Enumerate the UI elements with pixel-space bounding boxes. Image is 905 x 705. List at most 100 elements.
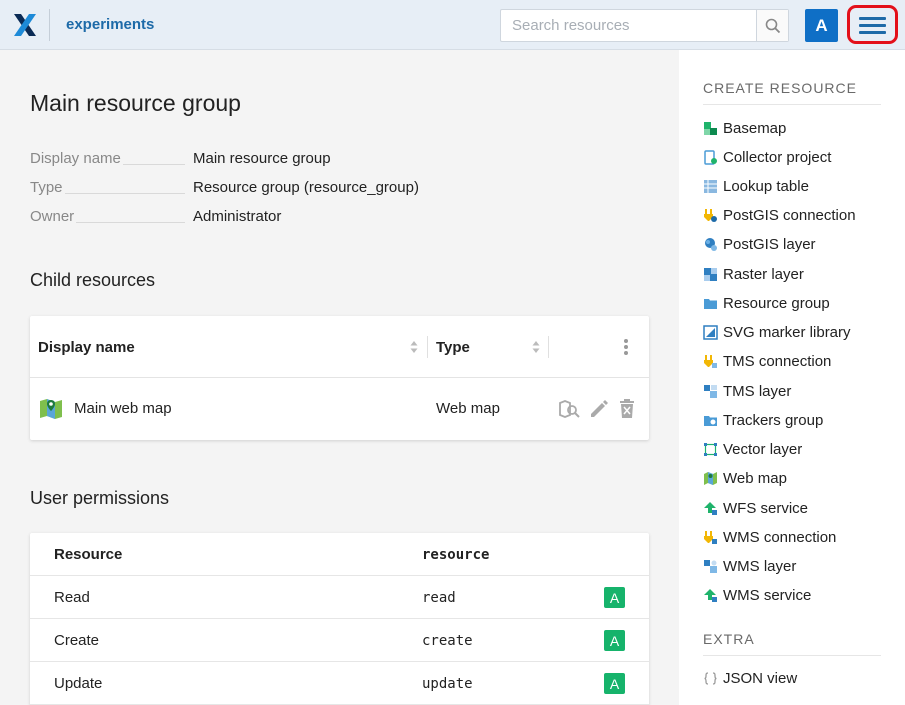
create-vector-layer[interactable]: Vector layer: [703, 438, 802, 460]
child-resource-name[interactable]: Main web map: [74, 400, 172, 417]
sort-icon[interactable]: [410, 340, 418, 354]
create-tms-connection[interactable]: TMS connection: [703, 350, 831, 372]
permission-badge: A: [604, 673, 625, 694]
wms-connection-icon: [704, 530, 717, 544]
table-header: Display name Type: [30, 316, 649, 378]
wms-service-icon: [704, 588, 717, 602]
create-wms-service[interactable]: WMS service: [703, 584, 811, 606]
search-input[interactable]: [501, 10, 757, 41]
delete-icon[interactable]: [616, 398, 638, 420]
svg-marker-library-icon: [703, 324, 718, 340]
vector-layer-icon: [704, 442, 717, 456]
prop-key: Type: [30, 179, 65, 196]
create-wfs-service[interactable]: WFS service: [703, 497, 808, 519]
app-name-link[interactable]: experiments: [66, 16, 154, 33]
main-menu-button[interactable]: [847, 5, 898, 44]
create-web-map[interactable]: Web map: [703, 467, 787, 489]
create-wms-connection[interactable]: WMS connection: [703, 526, 836, 548]
postgis-connection-icon: [704, 208, 717, 222]
create-postgis-connection[interactable]: PostGIS connection: [703, 204, 856, 226]
wfs-service-icon: [704, 501, 717, 515]
extra-heading: EXTRA: [703, 631, 881, 656]
web-map-icon: [40, 399, 62, 419]
child-resources-title: Child resources: [30, 270, 156, 290]
permission-code: create: [422, 633, 473, 649]
create-item-label: TMS connection: [723, 352, 832, 370]
create-item-label: Basemap: [723, 119, 787, 137]
create-item-label: PostGIS connection: [723, 206, 856, 224]
create-item-label: Resource group: [723, 294, 830, 312]
create-tms-layer[interactable]: TMS layer: [703, 380, 791, 402]
table-row: Update update A: [30, 662, 649, 705]
child-resources-table: Display name Type Main web map Web map: [30, 316, 649, 440]
create-item-label: WMS layer: [723, 557, 797, 575]
create-item-label: Raster layer: [723, 265, 804, 283]
col-header-type[interactable]: Type: [436, 316, 546, 378]
right-sidebar: CREATE RESOURCE Basemap Collector projec…: [679, 50, 905, 705]
permissions-table: Resource resource Read read A Create cre…: [30, 533, 649, 705]
prop-owner: Owner Administrator: [30, 208, 650, 228]
collector-project-icon: [704, 149, 717, 165]
edit-icon[interactable]: [588, 398, 610, 420]
prop-display-name: Display name Main resource group: [30, 150, 650, 170]
child-resource-type: Web map: [436, 400, 500, 417]
create-lookup-table[interactable]: Lookup table: [703, 175, 809, 197]
create-item-label: WFS service: [723, 499, 809, 517]
create-item-label: SVG marker library: [723, 323, 851, 341]
user-permissions-title: User permissions: [30, 488, 170, 508]
col-header-resource: Resource: [54, 546, 123, 563]
create-item-label: TMS layer: [723, 382, 792, 400]
permission-label: Create: [54, 632, 100, 649]
json-view-icon: [704, 671, 717, 685]
create-item-label: PostGIS layer: [723, 235, 816, 253]
permission-badge: A: [604, 587, 625, 608]
table-row[interactable]: Main web map Web map: [30, 378, 649, 440]
tms-connection-icon: [704, 354, 717, 368]
json-view-link[interactable]: JSON view: [703, 667, 797, 689]
create-item-label: Lookup table: [723, 177, 809, 195]
resource-group-icon: [704, 298, 717, 309]
search-button[interactable]: [756, 10, 788, 41]
table-row: Create create A: [30, 619, 649, 662]
create-svg-marker-library[interactable]: SVG marker library: [703, 321, 851, 343]
tms-layer-icon: [704, 384, 717, 398]
basemap-icon: [704, 121, 717, 135]
permission-badge: A: [604, 630, 625, 651]
prop-value: Administrator: [193, 208, 282, 225]
create-collector-project[interactable]: Collector project: [703, 146, 831, 168]
create-raster-layer[interactable]: Raster layer: [703, 263, 804, 285]
permission-label: Update: [54, 675, 103, 692]
permission-label: Read: [54, 589, 90, 606]
prop-value: Resource group (resource_group): [193, 179, 419, 196]
create-item-label: Trackers group: [723, 411, 824, 429]
column-divider: [427, 336, 428, 358]
create-item-label: Web map: [723, 469, 787, 487]
extra-item-label: JSON view: [723, 669, 798, 687]
trackers-group-icon: [704, 415, 717, 426]
main-content: Main resource group Display name Main re…: [0, 50, 679, 705]
permission-code: update: [422, 676, 473, 692]
table-row: Read read A: [30, 576, 649, 619]
sort-icon[interactable]: [532, 340, 540, 354]
create-postgis-layer[interactable]: PostGIS layer: [703, 233, 816, 255]
raster-layer-icon: [704, 267, 717, 281]
app-logo-icon[interactable]: [12, 12, 38, 38]
create-item-label: WMS service: [723, 586, 812, 604]
create-item-label: Vector layer: [723, 440, 803, 458]
web-map-icon: [704, 471, 717, 485]
search-box: [500, 9, 789, 42]
more-options-icon[interactable]: [623, 338, 629, 356]
prop-key: Display name: [30, 150, 123, 167]
create-trackers-group[interactable]: Trackers group: [703, 409, 823, 431]
create-resource-group[interactable]: Resource group: [703, 292, 830, 314]
top-header: experiments A: [0, 0, 905, 50]
wms-layer-icon: [704, 559, 717, 573]
search-icon: [765, 18, 780, 33]
create-basemap[interactable]: Basemap: [703, 117, 786, 139]
user-avatar-button[interactable]: A: [805, 9, 838, 42]
postgis-layer-icon: [705, 237, 717, 251]
col-header-display-name[interactable]: Display name: [38, 316, 428, 378]
map-preview-icon[interactable]: [558, 398, 580, 420]
create-wms-layer[interactable]: WMS layer: [703, 555, 796, 577]
table-header: Resource resource: [30, 533, 649, 576]
